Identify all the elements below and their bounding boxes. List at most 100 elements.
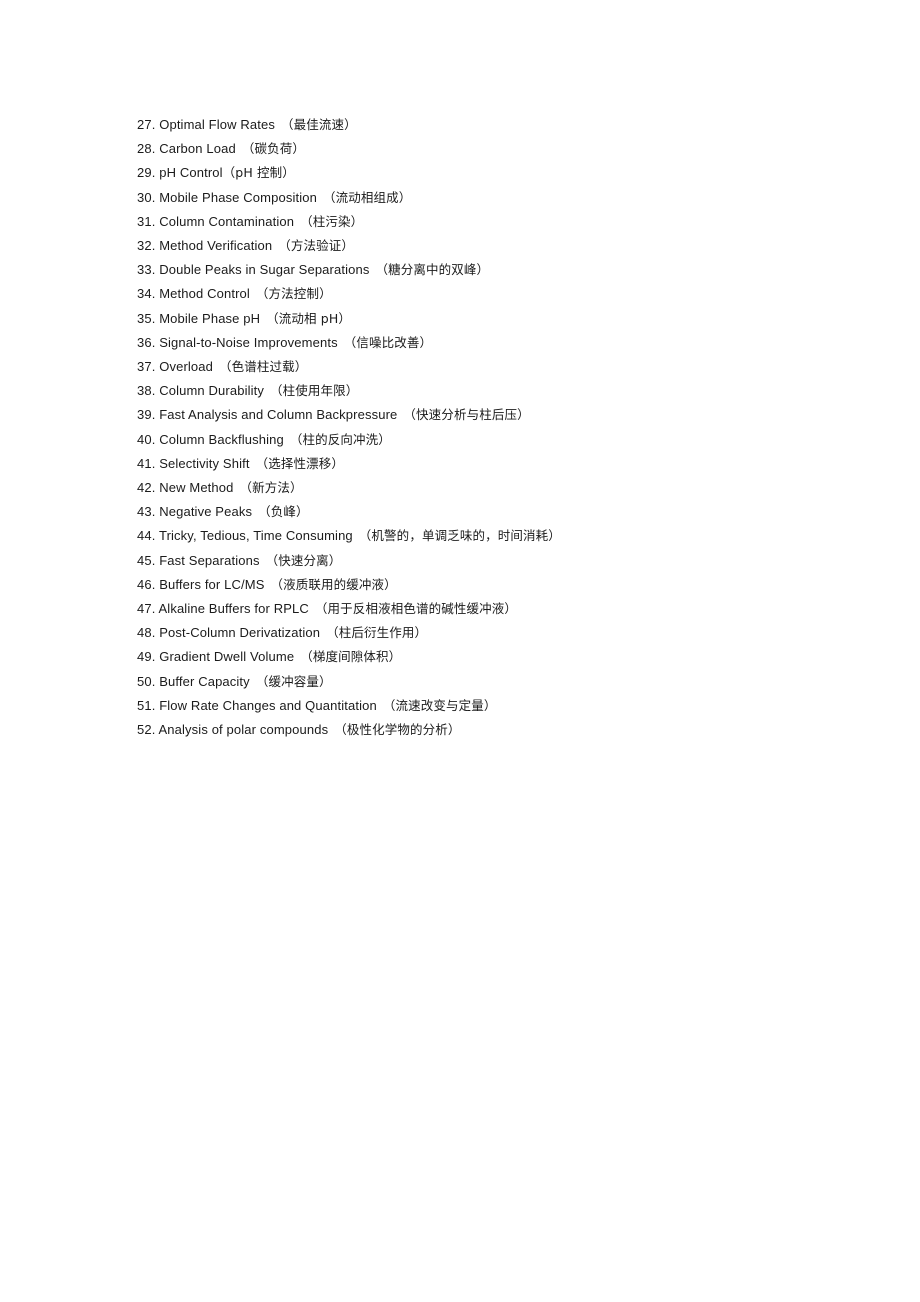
list-item-english-title: Alkaline Buffers for RPLC	[158, 601, 309, 617]
list-item: 47. Alkaline Buffers for RPLC （用于反相液相色谱的碱…	[137, 597, 837, 621]
list-item-chinese-translation: （快速分析与柱后压）	[403, 407, 530, 423]
list-item-chinese-translation: （负峰）	[258, 504, 309, 520]
list-item-english-title: Column Backflushing	[159, 431, 284, 447]
list-item-chinese-translation: （液质联用的缓冲液）	[270, 576, 397, 592]
list-item-chinese-translation: （方法控制）	[255, 286, 332, 302]
list-item: 37. Overload （色谱柱过载）	[137, 355, 837, 379]
list-item-number: 29.	[137, 165, 156, 181]
list-item-chinese-translation: （色谱柱过载）	[219, 359, 308, 375]
list-item-chinese-translation: （极性化学物的分析）	[334, 722, 461, 738]
list-item: 42. New Method （新方法）	[137, 476, 837, 500]
list-item-number: 34.	[137, 286, 156, 302]
list-item: 48. Post-Column Derivatization （柱后衍生作用）	[137, 621, 837, 645]
list-item-number: 50.	[137, 673, 156, 689]
list-item: 34. Method Control （方法控制）	[137, 282, 837, 306]
list-item-number: 42.	[137, 480, 156, 496]
list-item: 45. Fast Separations （快速分离）	[137, 549, 837, 573]
list-item: 32. Method Verification （方法验证）	[137, 234, 837, 258]
list-item-chinese-translation: （柱的反向冲洗）	[289, 431, 391, 447]
list-item-chinese-translation: （快速分离）	[265, 552, 342, 568]
list-item-number: 32.	[137, 238, 156, 254]
list-item-chinese-translation: （柱后衍生作用）	[326, 625, 428, 641]
list-item-number: 45.	[137, 552, 156, 568]
list-item-number: 35.	[137, 310, 156, 326]
list-item-english-title: Column Contamination	[159, 213, 295, 229]
list-item-number: 40.	[137, 431, 156, 447]
list-item-number: 43.	[137, 504, 156, 520]
list-item-english-title: Signal-to-Noise Improvements	[159, 334, 338, 350]
list-item: 49. Gradient Dwell Volume （梯度间隙体积）	[137, 645, 837, 669]
list-item-chinese-translation: （最佳流速）	[280, 117, 357, 132]
list-item-english-title: Negative Peaks	[159, 504, 253, 520]
list-item-number: 52.	[137, 722, 156, 738]
list-item-number: 44.	[137, 528, 156, 544]
list-item: 41. Selectivity Shift （选择性漂移）	[137, 452, 837, 476]
list-item-english-title: Method Verification	[159, 238, 273, 254]
list-item: 51. Flow Rate Changes and Quantitation （流…	[137, 694, 837, 718]
document-page: 27. Optimal Flow Rates （最佳流速） 28. Carbon L…	[0, 0, 920, 1302]
list-item-chinese-translation: （信噪比改善）	[343, 334, 433, 350]
list-item-number: 30.	[137, 189, 156, 205]
list-item: 38. Column Durability （柱使用年限）	[137, 379, 837, 403]
list-item-english-title: Mobile Phase pH	[159, 310, 261, 326]
list-item-number: 27.	[137, 117, 156, 132]
list-item-english-title: Buffers for LC/MS	[159, 576, 265, 592]
list-item-english-title: Tricky, Tedious, Time Consuming	[158, 528, 353, 544]
list-item: 30. Mobile Phase Composition （流动相组成）	[137, 186, 837, 210]
list-item-number: 36.	[137, 334, 156, 350]
list-item-number: 31.	[137, 213, 156, 229]
list-item-english-title: Selectivity Shift	[159, 455, 250, 471]
list-item-english-title: Method Control	[159, 286, 250, 302]
list-item-number: 38.	[137, 383, 156, 399]
list-item: 28. Carbon Load （碳负荷）	[137, 137, 837, 161]
list-item: 46. Buffers for LC/MS （液质联用的缓冲液）	[137, 573, 837, 597]
numbered-topic-list: 27. Optimal Flow Rates （最佳流速） 28. Carbon L…	[137, 113, 837, 742]
list-item: 29. pH Control（pH 控制）	[137, 161, 837, 185]
list-item-number: 51.	[137, 697, 156, 713]
list-item: 27. Optimal Flow Rates （最佳流速）	[137, 113, 837, 137]
list-item-chinese-translation: （pH 控制）	[222, 165, 295, 181]
list-item: 40. Column Backflushing （柱的反向冲洗）	[137, 428, 837, 452]
list-item-english-title: Double Peaks in Sugar Separations	[159, 262, 370, 278]
list-item-number: 37.	[137, 359, 156, 375]
list-item-number: 48.	[137, 625, 156, 641]
list-item-english-title: Fast Analysis and Column Backpressure	[159, 407, 398, 423]
list-item-number: 41.	[137, 455, 156, 471]
list-item: 31. Column Contamination （柱污染）	[137, 210, 837, 234]
list-item-chinese-translation: （流速改变与定量）	[382, 697, 497, 713]
list-item-number: 33.	[137, 262, 156, 278]
list-item-english-title: Column Durability	[159, 383, 265, 399]
list-item-chinese-translation: （用于反相液相色谱的碱性缓冲液）	[314, 601, 518, 617]
list-item: 33. Double Peaks in Sugar Separations （糖分…	[137, 258, 837, 282]
list-item-chinese-translation: （梯度间隙体积）	[300, 649, 402, 665]
list-item-number: 28.	[137, 141, 156, 157]
document-body: 27. Optimal Flow Rates （最佳流速） 28. Carbon L…	[137, 113, 837, 742]
list-item-english-title: pH Control	[159, 165, 223, 181]
list-item-chinese-translation: （流动相 pH）	[266, 310, 352, 326]
list-item-chinese-translation: （新方法）	[239, 480, 303, 496]
list-item-english-title: Carbon Load	[159, 141, 236, 157]
list-item-english-title: Analysis of polar compounds	[158, 722, 329, 738]
list-item: 44. Tricky, Tedious, Time Consuming （机警的，…	[137, 524, 837, 548]
list-item-english-title: Optimal Flow Rates	[159, 117, 275, 132]
list-item-english-title: Overload	[159, 359, 214, 375]
list-item-number: 39.	[137, 407, 156, 423]
list-item-english-title: Fast Separations	[159, 552, 260, 568]
list-item-chinese-translation: （柱使用年限）	[270, 383, 359, 399]
list-item: 43. Negative Peaks （负峰）	[137, 500, 837, 524]
list-item: 36. Signal-to-Noise Improvements （信噪比改善）	[137, 331, 837, 355]
list-item-english-title: Post-Column Derivatization	[159, 625, 321, 641]
list-item-number: 47.	[137, 601, 156, 617]
list-item-chinese-translation: （机警的，单调乏味的，时间消耗）	[358, 528, 561, 544]
list-item-english-title: Buffer Capacity	[159, 673, 250, 689]
list-item: 52. Analysis of polar compounds （极性化学物的分析…	[137, 718, 837, 742]
list-item-number: 49.	[137, 649, 156, 665]
list-item-english-title: Gradient Dwell Volume	[159, 649, 295, 665]
list-item-chinese-translation: （缓冲容量）	[255, 673, 332, 689]
list-item: 39. Fast Analysis and Column Backpressur…	[137, 403, 837, 427]
list-item: 50. Buffer Capacity （缓冲容量）	[137, 670, 837, 694]
list-item-english-title: Mobile Phase Composition	[159, 189, 317, 205]
list-item-english-title: Flow Rate Changes and Quantitation	[159, 697, 377, 713]
list-item-chinese-translation: （碳负荷）	[241, 141, 305, 157]
list-item-number: 46.	[137, 576, 156, 592]
